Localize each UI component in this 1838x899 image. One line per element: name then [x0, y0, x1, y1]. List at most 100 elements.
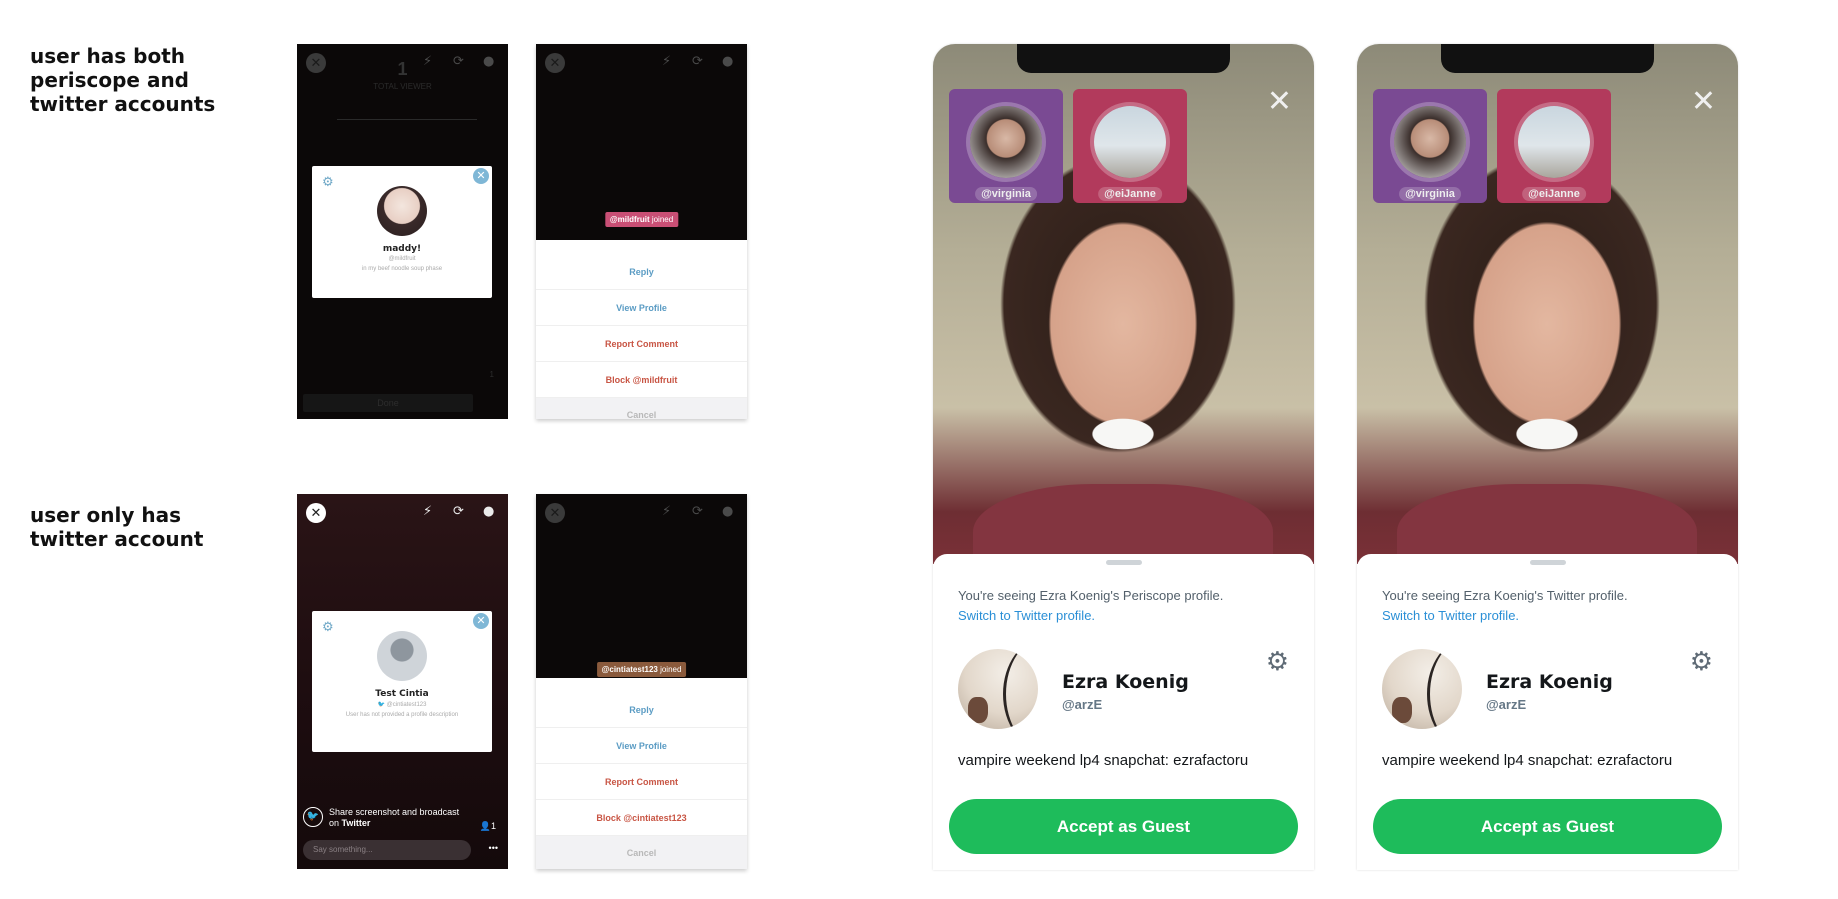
block-user-button[interactable]: Block @mildfruit	[536, 362, 747, 398]
microphone-icon[interactable]: ●	[483, 504, 494, 519]
joined-suffix: joined	[657, 665, 682, 674]
reply-button[interactable]: Reply	[536, 254, 747, 290]
joined-toast: @cintiatest123 joined	[596, 662, 687, 677]
switch-profile-link[interactable]: Switch to Twitter profile.	[958, 608, 1095, 623]
viewer-badge: 1	[489, 370, 494, 379]
default-avatar	[377, 631, 427, 681]
guest-handle: @eiJanne	[1098, 187, 1162, 201]
profile-panel: You're seeing Ezra Koenig's Twitter prof…	[1357, 554, 1738, 870]
report-comment-button[interactable]: Report Comment	[536, 764, 747, 800]
flip-camera-icon[interactable]: ⟳	[692, 504, 703, 519]
profile-handle: @mildfruit	[388, 256, 416, 262]
flip-camera-icon[interactable]: ⟳	[453, 504, 464, 519]
done-button[interactable]: Done	[303, 394, 473, 412]
guest-avatar	[1518, 106, 1590, 178]
accept-as-guest-button[interactable]: Accept as Guest	[949, 799, 1298, 854]
twitter-share-icon[interactable]: 🐦	[303, 807, 323, 827]
microphone-icon[interactable]: ●	[722, 54, 733, 69]
close-card-icon[interactable]: ✕	[473, 168, 489, 184]
accept-as-guest-button[interactable]: Accept as Guest	[1373, 799, 1722, 854]
settings-gear-icon[interactable]: ⚙	[322, 174, 334, 190]
more-options-icon[interactable]: •••	[489, 843, 498, 853]
label-twitter-only: user only has twitter account	[30, 503, 204, 551]
share-twitter-prompt[interactable]: Share screenshot and broadcast on Twitte…	[329, 807, 459, 829]
graph-line	[337, 119, 477, 120]
settings-gear-icon[interactable]: ⚙	[1690, 646, 1713, 677]
settings-gear-icon[interactable]: ⚙	[322, 619, 334, 635]
phone-notch	[1017, 44, 1230, 73]
guest-handle: @eiJanne	[1522, 187, 1586, 201]
avatar	[1382, 649, 1462, 729]
drag-handle[interactable]	[1530, 560, 1566, 565]
guest-avatar	[1094, 106, 1166, 178]
phone-action-sheet-twitter: ✕ ⚡ ⟳ ● Reply View Profile Report Commen…	[536, 494, 747, 869]
profile-bio: in my beef noodle soup phase	[361, 266, 443, 272]
switch-profile-link[interactable]: Switch to Twitter profile.	[1382, 608, 1519, 623]
profile-handle: @arzE	[1486, 697, 1527, 712]
joined-handle: @cintiatest123	[601, 665, 658, 674]
view-profile-button[interactable]: View Profile	[536, 728, 747, 764]
guest-tile-eijanne[interactable]: @eiJanne	[1497, 89, 1611, 203]
block-user-button[interactable]: Block @cintiatest123	[536, 800, 747, 836]
profile-handle: @arzE	[1062, 697, 1103, 712]
joined-toast: @mildfruit joined	[604, 212, 679, 227]
close-card-icon[interactable]: ✕	[473, 613, 489, 629]
guest-avatar	[970, 106, 1042, 178]
effects-icon[interactable]: ⚡	[662, 504, 671, 519]
profile-handle: 🐦 @cintiatest123	[377, 702, 427, 708]
phone-notch	[1441, 44, 1654, 73]
profile-bio: vampire weekend lp4 snapchat: ezrafactor…	[958, 752, 1249, 769]
effects-icon[interactable]: ⚡	[423, 504, 432, 519]
close-icon[interactable]: ✕	[1691, 84, 1716, 119]
cancel-button[interactable]: Cancel	[536, 398, 747, 419]
guest-tile-eijanne[interactable]: @eiJanne	[1073, 89, 1187, 203]
profile-source-text: You're seeing Ezra Koenig's Twitter prof…	[1382, 588, 1628, 603]
profile-name: Test Cintia	[375, 689, 429, 699]
report-comment-button[interactable]: Report Comment	[536, 326, 747, 362]
close-broadcast-icon[interactable]: ✕	[545, 503, 565, 523]
person-icon: 👤	[479, 821, 491, 831]
joined-suffix: joined	[649, 215, 674, 224]
profile-panel: You're seeing Ezra Koenig's Periscope pr…	[933, 554, 1314, 870]
viewer-count: 1	[397, 59, 408, 79]
effects-icon[interactable]: ⚡	[662, 54, 671, 69]
profile-bio: vampire weekend lp4 snapchat: ezrafactor…	[1382, 752, 1673, 769]
action-sheet: Reply View Profile Report Comment Block …	[536, 240, 747, 419]
profile-name: Ezra Koenig	[1062, 671, 1189, 693]
action-sheet: Reply View Profile Report Comment Block …	[536, 678, 747, 869]
view-profile-button[interactable]: View Profile	[536, 290, 747, 326]
phone-profile-card-periscope: ✕ ⚡ ⟳ ● 1 TOTAL VIEWER ⚙ ✕ maddy! @mildf…	[297, 44, 508, 419]
guest-tile-virginia[interactable]: @virginia	[1373, 89, 1487, 203]
label-both-accounts: user has both periscope and twitter acco…	[30, 44, 216, 116]
close-icon[interactable]: ✕	[1267, 84, 1292, 119]
viewer-badge: 👤1	[479, 821, 496, 831]
reply-button[interactable]: Reply	[536, 692, 747, 728]
profile-bio: User has not provided a profile descript…	[345, 712, 459, 718]
guest-handle: @virginia	[975, 187, 1037, 201]
phone-profile-card-twitter: ✕ ⚡ ⟳ ● ⚙ ✕ Test Cintia 🐦 @cintiatest123…	[297, 494, 508, 869]
profile-source-text: You're seeing Ezra Koenig's Periscope pr…	[958, 588, 1224, 603]
phone-action-sheet-periscope: ✕ ⚡ ⟳ ● Reply View Profile Report Commen…	[536, 44, 747, 419]
profile-name: Ezra Koenig	[1486, 671, 1613, 693]
close-broadcast-icon[interactable]: ✕	[545, 53, 565, 73]
cancel-button[interactable]: Cancel	[536, 836, 747, 869]
comment-input[interactable]: Say something...	[303, 840, 471, 860]
microphone-icon[interactable]: ●	[722, 504, 733, 519]
viewer-label: TOTAL VIEWER	[373, 82, 432, 91]
guest-handle: @virginia	[1399, 187, 1461, 201]
phone-guest-request-periscope: ✕ @virginia @eiJanne You're seeing Ezra …	[933, 44, 1314, 870]
settings-gear-icon[interactable]: ⚙	[1266, 646, 1289, 677]
joined-handle: @mildfruit	[609, 215, 650, 224]
guest-tile-virginia[interactable]: @virginia	[949, 89, 1063, 203]
close-broadcast-icon[interactable]: ✕	[306, 503, 326, 523]
phone-guest-request-twitter: ✕ @virginia @eiJanne You're seeing Ezra …	[1357, 44, 1738, 870]
avatar	[377, 186, 427, 236]
flip-camera-icon[interactable]: ⟳	[692, 54, 703, 69]
twitter-bird-icon: 🐦	[377, 702, 387, 708]
profile-card: ⚙ ✕ maddy! @mildfruit in my beef noodle …	[312, 166, 492, 298]
profile-card: ⚙ ✕ Test Cintia 🐦 @cintiatest123 User ha…	[312, 611, 492, 752]
guest-avatar	[1394, 106, 1466, 178]
profile-name: maddy!	[382, 244, 422, 254]
drag-handle[interactable]	[1106, 560, 1142, 565]
avatar	[958, 649, 1038, 729]
